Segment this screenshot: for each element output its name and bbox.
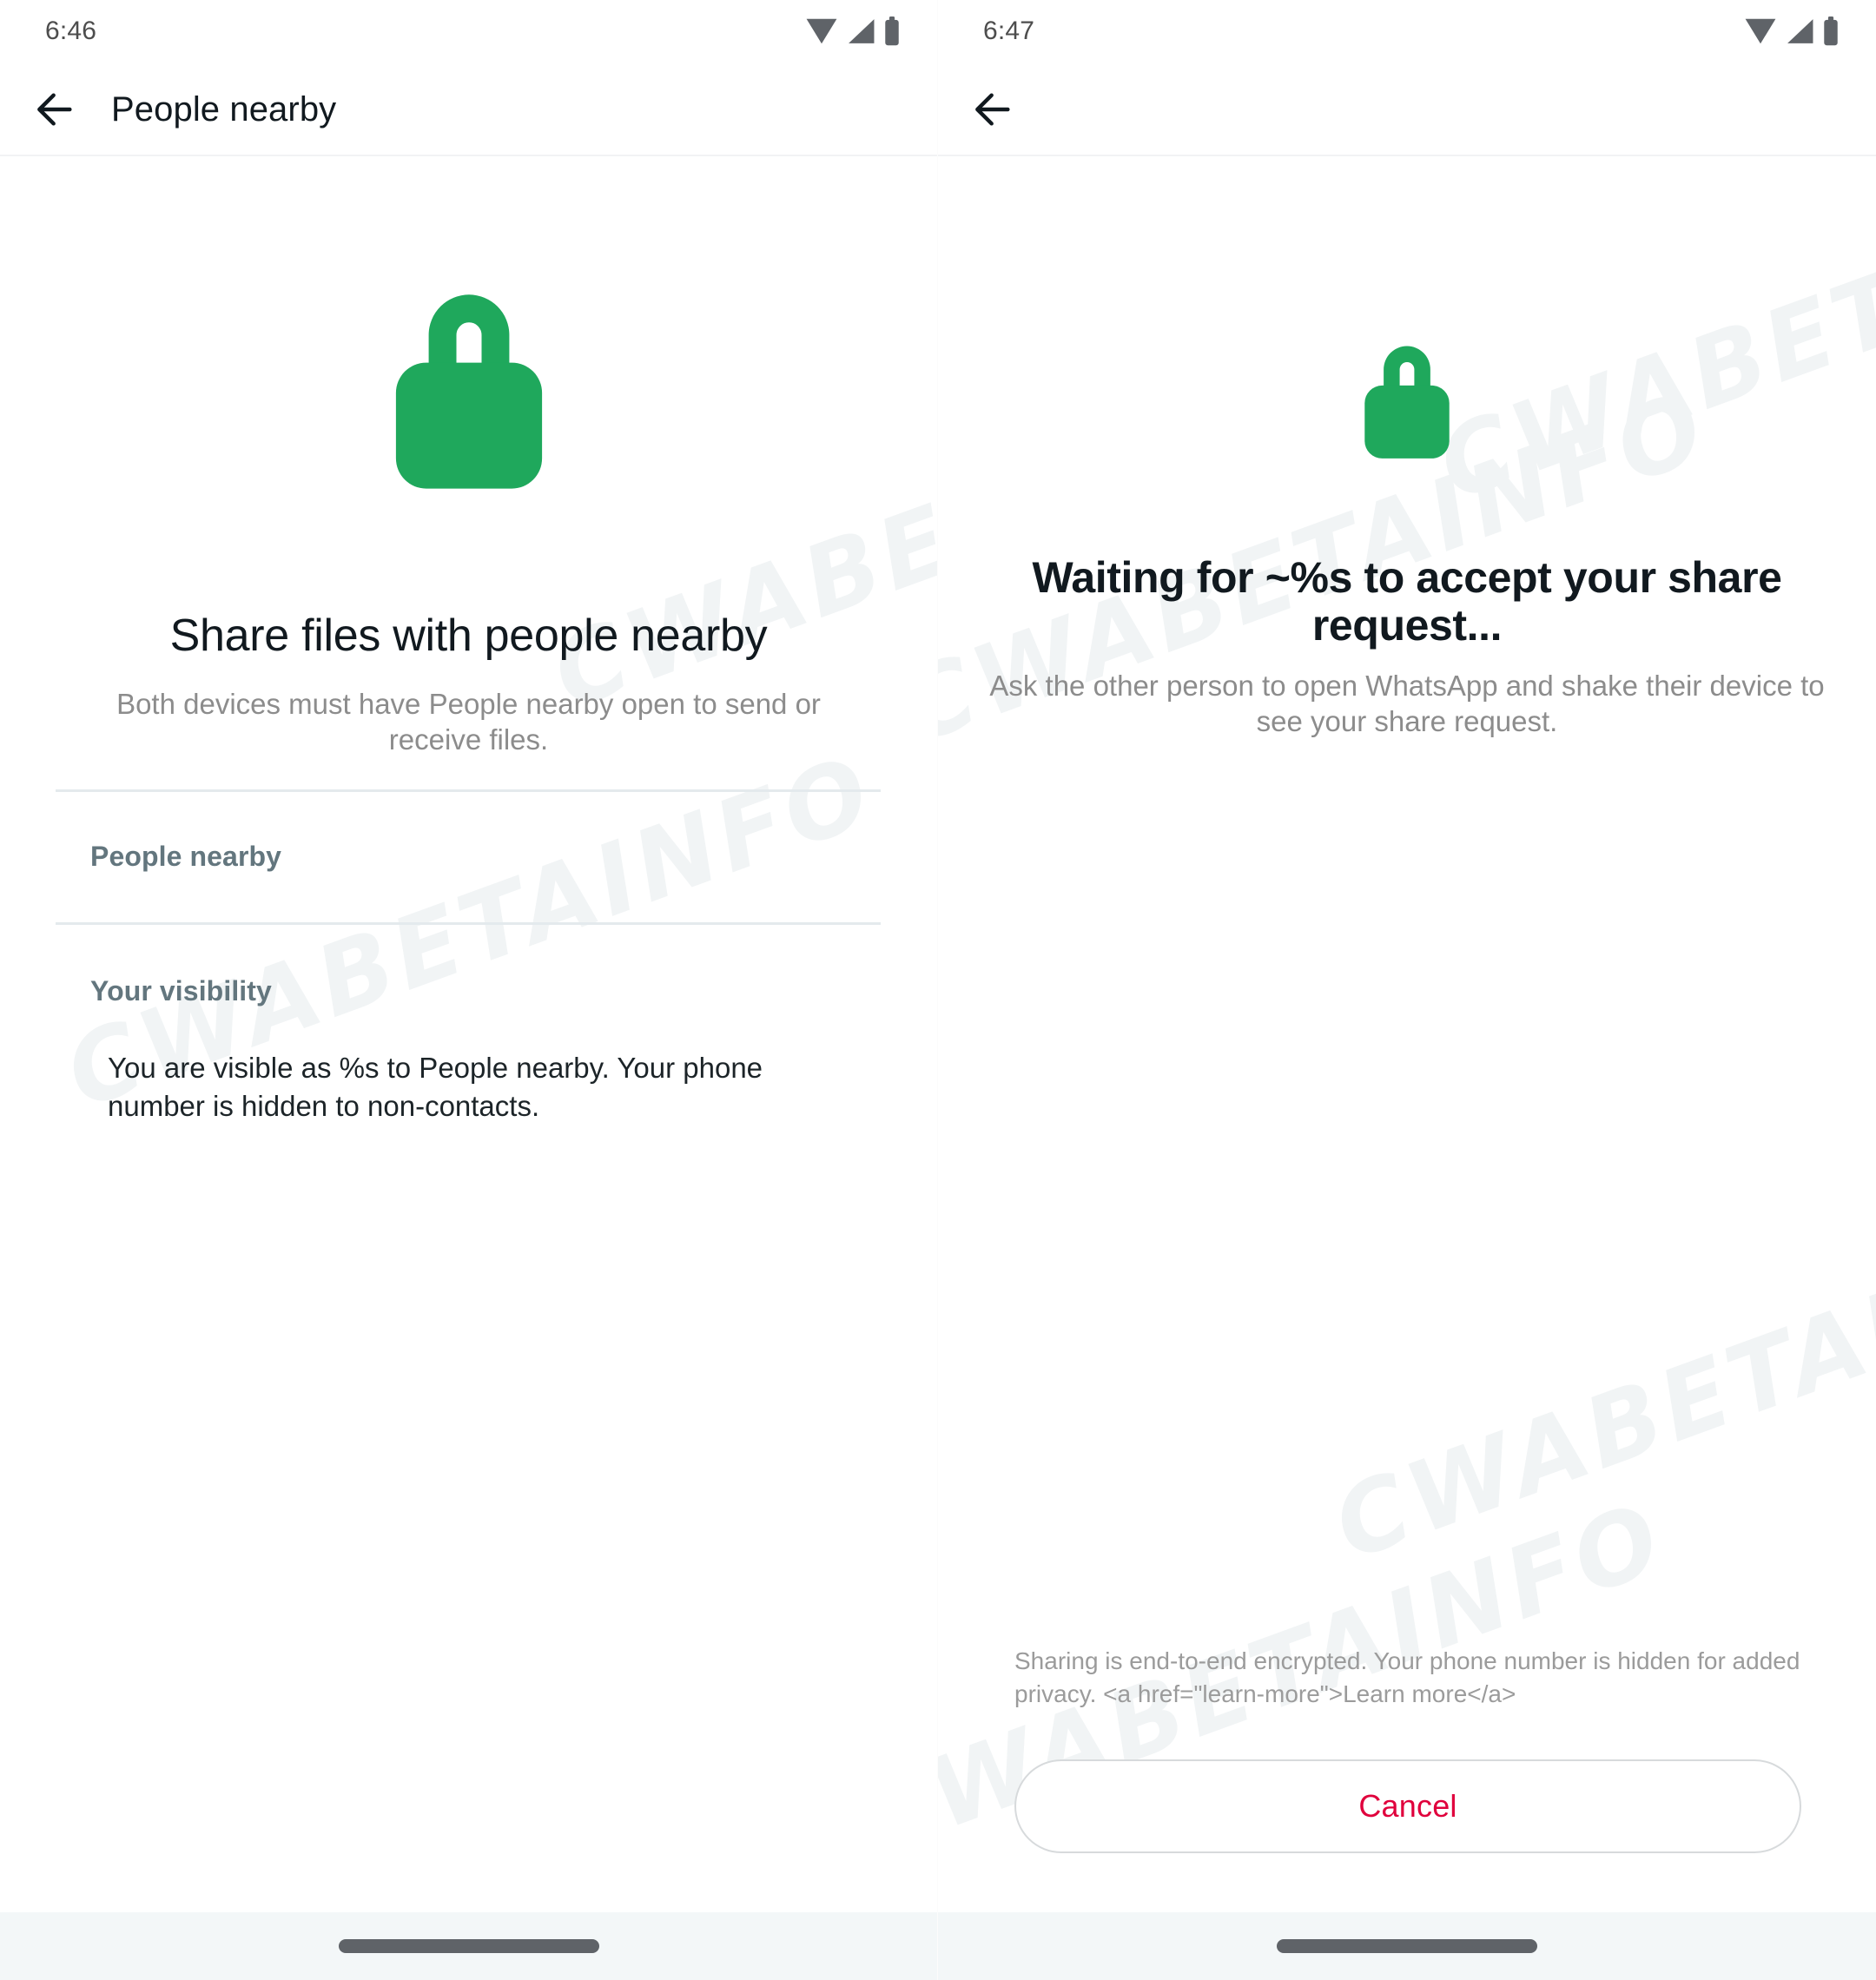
battery-icon [883, 16, 901, 46]
back-arrow-icon [31, 85, 80, 134]
wifi-icon [1744, 17, 1777, 45]
hero-subtitle: Both devices must have People nearby ope… [116, 688, 821, 756]
list-item-label: People nearby [90, 841, 282, 872]
lock-icon [1334, 321, 1480, 467]
status-icon-group [805, 16, 901, 46]
gesture-home-handle[interactable] [1277, 1939, 1537, 1953]
back-arrow-icon [969, 85, 1018, 134]
screenshot-root: CWABETAINFO CWABETAINFO 6:46 People near… [0, 0, 1876, 1980]
panel-content: Share files with people nearby Both devi… [0, 156, 937, 1912]
back-button[interactable] [23, 76, 89, 142]
phone-panel-waiting-for-accept: CWABETAINFO CWABETAINFO CWABETAINFO CWAB… [938, 0, 1876, 1980]
wifi-icon [805, 17, 838, 45]
hero-title: Waiting for ~%s to accept your share req… [1032, 553, 1782, 650]
system-navigation-bar [938, 1912, 1876, 1980]
cellular-signal-icon [1785, 17, 1814, 45]
app-bar-divider [0, 155, 937, 156]
back-button[interactable] [961, 76, 1027, 142]
status-bar: 6:46 [0, 0, 937, 63]
app-bar-divider [938, 155, 1876, 156]
people-nearby-section: People nearby [0, 789, 937, 925]
your-visibility-header: Your visibility [90, 974, 272, 1006]
hero-title: Share files with people nearby [169, 610, 768, 661]
status-icon-group [1744, 16, 1840, 46]
page-title: People nearby [111, 89, 337, 129]
hero-subtitle: Ask the other person to open WhatsApp an… [989, 670, 1825, 738]
app-bar [938, 63, 1876, 156]
your-visibility-body: You are visible as %s to People nearby. … [108, 1051, 763, 1123]
status-clock: 6:46 [45, 16, 97, 45]
app-bar: People nearby [0, 63, 937, 156]
phone-panel-people-nearby: CWABETAINFO CWABETAINFO 6:46 People near… [0, 0, 938, 1980]
hero-lock-illustration [0, 252, 937, 504]
cancel-button-label: Cancel [1358, 1788, 1457, 1824]
system-navigation-bar [0, 1912, 937, 1980]
lock-icon [343, 252, 595, 504]
divider-bottom [56, 921, 881, 925]
encryption-footnote: Sharing is end-to-end encrypted. Your ph… [1014, 1647, 1800, 1707]
cancel-button[interactable]: Cancel [1014, 1759, 1801, 1853]
battery-icon [1822, 16, 1840, 46]
cancel-button-container: Cancel [938, 1759, 1876, 1853]
panel-content: Waiting for ~%s to accept your share req… [938, 156, 1876, 1912]
status-bar: 6:47 [938, 0, 1876, 63]
cellular-signal-icon [846, 17, 875, 45]
gesture-home-handle[interactable] [338, 1939, 599, 1953]
hero-lock-illustration [938, 321, 1876, 467]
list-item-people-nearby[interactable]: People nearby [0, 792, 937, 922]
status-clock: 6:47 [983, 16, 1035, 45]
